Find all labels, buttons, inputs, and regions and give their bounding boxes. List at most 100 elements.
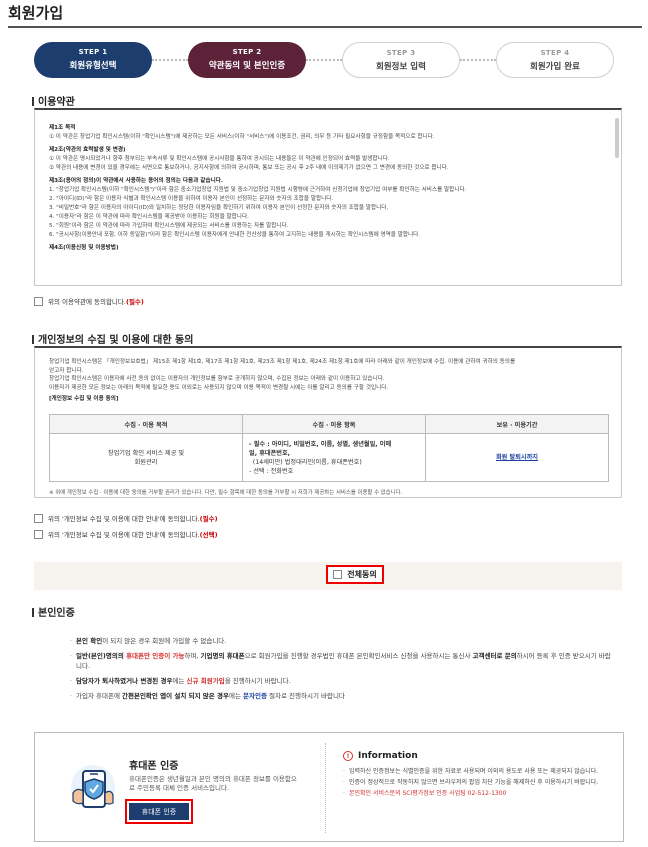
period-link[interactable]: 회원 탈퇴시까지 (496, 454, 538, 461)
agree-all-label: 전체동의 (347, 570, 377, 579)
note-red: 휴대폰만 인증이 가능 (123, 652, 185, 660)
list-item: 본인확인 서비스문의 SCI평가정보 인증 사업팀 02-512-1300 (343, 789, 611, 798)
terms-agree-checkbox[interactable] (34, 296, 43, 306)
note-bold: 고객센터로 문의 (472, 652, 517, 660)
table-cell-items: - 필수 : 아이디, 비밀번호, 이름, 성별, 생년월일, 이메 일, 휴대… (242, 433, 426, 482)
step-number: STEP 3 (386, 49, 416, 57)
terms-line: 6. "공시사항(이용안내 포함, 이하 동일함)"이라 함은 확인시스템 이용… (49, 232, 421, 238)
phone-auth-button[interactable]: 휴대폰 인증 (129, 803, 189, 820)
alert-icon: ! (343, 751, 353, 761)
list-item: 입력하신 인증정보는 식별인증을 위한 자료로 사용되며 이외의 용도로 사용 … (343, 767, 611, 776)
note-text: 에는 (172, 677, 187, 685)
terms-heading: 제3조(용어의 정의)이 약관에서 사용하는 용어의 정의는 다음과 같습니다. (49, 178, 224, 184)
note-bold: 간편본인확인 앱이 설치 되지 않은 경우 (122, 692, 229, 700)
note-bold: 일반(본인)명의의 (76, 652, 124, 660)
step-connector (152, 59, 188, 61)
step-3: STEP 3 회원정보 입력 (342, 42, 460, 78)
note-text: 에는 (229, 692, 244, 700)
terms-line: ② 약관의 내용에 변경이 있을 경우에는 서면으로 통보하거나, 공지사항에 … (49, 165, 449, 171)
privacy-intro-line: 이용자가 제공한 모든 정보는 아래의 목적에 필요한 용도 이외로는 사용되지… (49, 384, 389, 391)
phone-auth-description: 휴대폰인증은 생년월일과 본인 명의의 휴대폰 정보를 이용함으로 주민등록 대… (129, 775, 297, 792)
optional-tag: (선택) (199, 531, 218, 539)
terms-heading: 제4조(이용신청 및 이용방법) (49, 245, 119, 251)
terms-scrollbar[interactable] (614, 112, 620, 283)
step-indicator: STEP 1 회원유형선택 STEP 2 약관동의 및 본인인증 STEP 3 … (34, 42, 614, 78)
step-label: 회원정보 입력 (376, 62, 426, 72)
table-header: 수집 · 이용 항목 (242, 414, 426, 434)
terms-line: ① 이 약관은 창업기업 확인시스템(이하 "확인시스템")에 제공하는 모든 … (49, 134, 435, 140)
step-2: STEP 2 약관동의 및 본인인증 (188, 42, 306, 78)
terms-scroll-box[interactable]: 제1조 목적 ① 이 약관은 창업기업 확인시스템(이하 "확인시스템")에 제공… (34, 108, 622, 286)
required-tag: (필수) (199, 515, 218, 523)
information-list: 입력하신 인증정보는 식별인증을 위한 자료로 사용되며 이외의 용도로 사용 … (343, 767, 611, 800)
note-blue: 문자인증 (243, 692, 267, 700)
identity-section-title: 본인인증 (32, 604, 75, 619)
privacy-table-caption: [개인정보 수집 및 이용 동의] (49, 396, 119, 402)
terms-line: 5. "회원"이라 함은 이 약관에 따라 가입하여 확인시스템에 제공되는 서… (49, 223, 289, 229)
note-bold: 본인 확인 (76, 637, 103, 645)
step-1: STEP 1 회원유형선택 (34, 42, 152, 78)
note-text: 가입자 휴대폰에 (76, 692, 122, 700)
terms-heading: 제1조 목적 (49, 125, 76, 131)
step-connector (460, 59, 496, 61)
terms-line: 1. "창업기업 확인시스템(이하 "확인시스템")"이라 함은 중소기업창업 … (49, 187, 467, 193)
page-title: 회원가입 (8, 4, 64, 22)
list-item: 인증이 정상적으로 작동하지 않으면 브라우저의 팝업 차단 기능을 해제하신 … (343, 778, 611, 787)
list-item: 담당자가 퇴사하였거나 변경된 경우에는 신규 회원가입을 진행하시기 바랍니다… (70, 676, 616, 686)
note-red: 신규 회원가입 (186, 677, 225, 685)
table-header: 수집 · 이용 목적 (49, 414, 243, 434)
list-item: 본인 확인이 되지 않은 경우 회원에 가입할 수 없습니다. (70, 636, 616, 646)
step-label: 약관동의 및 본인인증 (208, 61, 286, 71)
note-bold: 기업명의 휴대폰 (200, 652, 245, 660)
information-title: ! Information (343, 751, 418, 761)
table-cell-period: 회원 탈퇴시까지 (425, 433, 609, 482)
terms-heading: 제2조(약관의 효력발생 및 변경) (49, 147, 126, 153)
privacy-note: ※ 위에 개인정보 수집 · 이용에 대한 동의를 거부할 권리가 있습니다. … (49, 490, 403, 496)
note-text: 절차로 진행하시기 바랍니다 (266, 692, 345, 700)
agree-all-button[interactable]: 전체동의 (326, 565, 384, 584)
step-connector (306, 59, 342, 61)
privacy-intro: 창업기업 확인시스템은 「개인정보보호법」 제15조 제1항 제1호, 제17조… (49, 358, 609, 404)
agree-all-checkbox[interactable] (333, 570, 343, 579)
note-text: 을 진행하시기 바랍니다. (224, 677, 291, 685)
table-cell-purpose: 창업기업 확인 서비스 제공 및 회원관리 (49, 433, 243, 482)
terms-section-title: 이용약관 (32, 93, 75, 108)
note-text: 으로 회원가입을 진행할 경우법인 휴대폰 본인확인서비스 신청을 사용하시는 … (244, 652, 473, 660)
phone-auth-title: 휴대폰 인증 (129, 761, 179, 772)
privacy-section-title: 개인정보의 수집 및 이용에 대한 동의 (32, 331, 193, 346)
note-text: 하며, (184, 652, 201, 660)
list-item: 일반(본인)명의의 휴대폰만 인증이 가능하며, 기업명의 휴대폰으로 회원가입… (70, 651, 616, 671)
privacy-required-row[interactable]: 위의 '개인정보 수집 및 이용에 대한 안내'에 동의합니다. (필수) (34, 513, 218, 523)
note-bold: 담당자가 퇴사하였거나 변경된 경우 (76, 677, 173, 685)
terms-line: 2. "아이디(ID)"라 함은 이용자 식별과 확인시스템 이용을 위하여 이… (49, 196, 334, 202)
privacy-optional-label: 위의 '개인정보 수집 및 이용에 대한 안내'에 동의합니다. (48, 531, 200, 539)
terms-agree-row[interactable]: 위의 이용약관에 동의합니다. (필수) (34, 296, 144, 306)
phone-auth-button-frame[interactable]: 휴대폰 인증 (125, 799, 193, 824)
terms-line: 3. "비밀번호"라 함은 이용자의 아이디(ID)와 일치하는 정당한 이용자… (49, 205, 389, 211)
step-number: STEP 4 (540, 49, 570, 57)
scrollbar-thumb[interactable] (615, 118, 619, 158)
terms-line: ① 이 약관은 명시되었거나 향후 첨부되는 부속서류 및 확인시스템에 공시사… (49, 156, 390, 162)
phone-auth-box: 휴대폰 인증 휴대폰인증은 생년월일과 본인 명의의 휴대폰 정보를 이용함으로… (34, 732, 624, 842)
identity-notes: 본인 확인이 되지 않은 경우 회원에 가입할 수 없습니다. 일반(본인)명의… (70, 636, 616, 706)
privacy-required-label: 위의 '개인정보 수집 및 이용에 대한 안내'에 동의합니다. (48, 515, 200, 523)
step-label: 회원가입 완료 (530, 62, 580, 72)
information-title-text: Information (358, 751, 418, 761)
privacy-optional-row[interactable]: 위의 '개인정보 수집 및 이용에 대한 안내'에 동의합니다. (선택) (34, 529, 218, 539)
item-line: 일, 휴대폰번호, (249, 449, 291, 457)
required-tag: (필수) (125, 298, 144, 306)
privacy-box: 창업기업 확인시스템은 「개인정보보호법」 제15조 제1항 제1호, 제17조… (34, 346, 622, 498)
divider (325, 743, 326, 833)
terms-content: 제1조 목적 ① 이 약관은 창업기업 확인시스템(이하 "확인시스템")에 제공… (49, 120, 589, 253)
terms-line: 4. "이용자"라 함은 이 약관에 따라 확인시스템을 제공받아 이용하는 회… (49, 214, 249, 220)
title-divider (8, 26, 642, 28)
table-header: 보유 · 이용기간 (425, 414, 609, 434)
step-label: 회원유형선택 (69, 61, 117, 71)
list-item: 가입자 휴대폰에 간편본인확인 앱이 설치 되지 않은 경우에는 문자인증 절차… (70, 691, 616, 701)
item-line: (14세미만) 법정대리인(이름, 휴대폰번호) (249, 458, 362, 466)
privacy-intro-line: 창업기업 확인시스템은 「개인정보보호법」 제15조 제1항 제1호, 제17조… (49, 359, 516, 365)
step-number: STEP 2 (232, 48, 262, 56)
privacy-required-checkbox[interactable] (34, 513, 43, 523)
item-line: - 선택 : 전화번호 (249, 467, 294, 475)
privacy-optional-checkbox[interactable] (34, 529, 43, 539)
